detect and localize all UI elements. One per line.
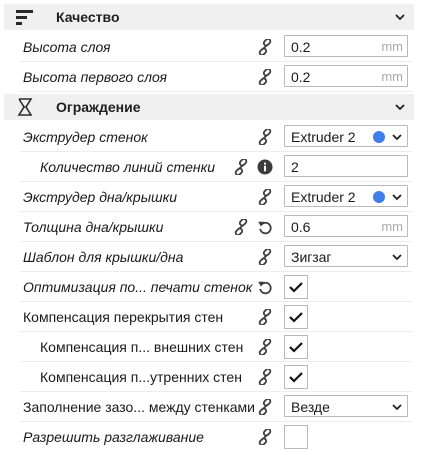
setting-label: Компенсация п... внешних стен xyxy=(40,339,244,355)
first-layer-height-input[interactable]: 0.2 mm xyxy=(284,65,408,87)
shell-icon xyxy=(17,98,33,116)
checkmark-icon xyxy=(289,311,303,323)
setting-row-optimize-wall-order: Оптимизация по... печати стенок xyxy=(0,272,424,302)
setting-row-wall-extruder: Экструдер стенок Extruder 2 xyxy=(0,122,424,152)
setting-label: Высота первого слоя xyxy=(23,69,167,85)
wall-line-count-input[interactable]: 2 xyxy=(284,155,408,177)
setting-label: Заполнение зазо... между стенками xyxy=(23,399,255,415)
reset-icon[interactable] xyxy=(257,219,273,235)
link-icon[interactable] xyxy=(257,39,273,55)
chevron-down-icon[interactable] xyxy=(394,101,406,113)
setting-label: Экструдер дна/крышки xyxy=(23,189,178,205)
chevron-down-icon xyxy=(392,404,402,410)
setting-label: Толщина дна/крышки xyxy=(23,219,164,235)
chevron-down-icon xyxy=(392,194,402,200)
wall-extruder-select[interactable]: Extruder 2 xyxy=(284,125,408,147)
link-icon[interactable] xyxy=(257,339,273,355)
link-icon[interactable] xyxy=(233,219,249,235)
section-title-walls: Ограждение xyxy=(56,99,141,115)
setting-row-inner-wall-overlap-comp: Компенсация п...утренних стен xyxy=(0,362,424,392)
link-icon[interactable] xyxy=(257,309,273,325)
setting-label: Шаблон для крышки/дна xyxy=(23,249,184,265)
outer-wall-overlap-comp-checkbox[interactable] xyxy=(284,335,308,359)
section-header-walls[interactable]: Ограждение xyxy=(4,94,414,120)
extruder-color-swatch xyxy=(373,191,385,203)
section-header-quality[interactable]: Качество xyxy=(4,4,414,30)
setting-row-wall-line-count: Количество линий стенки 2 xyxy=(0,152,424,182)
setting-row-top-bottom-extruder: Экструдер дна/крышки Extruder 2 xyxy=(0,182,424,212)
setting-row-top-bottom-thickness: Толщина дна/крышки 0.6 mm xyxy=(0,212,424,242)
ironing-checkbox[interactable] xyxy=(284,425,308,449)
setting-row-first-layer-height: Высота первого слоя 0.2 mm xyxy=(0,62,424,92)
setting-label: Компенсация перекрытия стен xyxy=(23,309,224,325)
setting-label: Разрешить разглаживание xyxy=(23,429,204,445)
link-icon[interactable] xyxy=(257,189,273,205)
chevron-down-icon[interactable] xyxy=(394,11,406,23)
chevron-down-icon xyxy=(392,134,402,140)
setting-row-outer-wall-overlap-comp: Компенсация п... внешних стен xyxy=(0,332,424,362)
setting-row-wall-overlap-comp: Компенсация перекрытия стен xyxy=(0,302,424,332)
setting-row-fill-gaps: Заполнение зазо... между стенками Везде xyxy=(0,392,424,422)
setting-label: Высота слоя xyxy=(23,39,111,55)
fill-gaps-select[interactable]: Везде xyxy=(284,395,408,417)
checkmark-icon xyxy=(289,371,303,383)
chevron-down-icon xyxy=(392,254,402,260)
setting-label: Компенсация п...утренних стен xyxy=(40,369,242,385)
info-icon[interactable] xyxy=(257,159,273,175)
setting-row-layer-height: Высота слоя 0.2 mm xyxy=(0,32,424,62)
setting-row-ironing: Разрешить разглаживание xyxy=(0,422,424,452)
quality-bars-icon xyxy=(16,10,33,25)
wall-overlap-comp-checkbox[interactable] xyxy=(284,305,308,329)
section-title-quality: Качество xyxy=(56,9,120,25)
link-icon[interactable] xyxy=(233,159,249,175)
link-icon[interactable] xyxy=(257,129,273,145)
link-icon[interactable] xyxy=(257,399,273,415)
link-icon[interactable] xyxy=(257,69,273,85)
setting-label: Количество линий стенки xyxy=(40,159,216,175)
top-bottom-pattern-select[interactable]: Зигзаг xyxy=(284,245,408,267)
top-bottom-thickness-input[interactable]: 0.6 mm xyxy=(284,215,408,237)
reset-icon[interactable] xyxy=(257,279,273,295)
optimize-wall-order-checkbox[interactable] xyxy=(284,275,308,299)
top-bottom-extruder-select[interactable]: Extruder 2 xyxy=(284,185,408,207)
link-icon[interactable] xyxy=(257,369,273,385)
layer-height-input[interactable]: 0.2 mm xyxy=(284,35,408,57)
link-icon[interactable] xyxy=(257,429,273,445)
inner-wall-overlap-comp-checkbox[interactable] xyxy=(284,365,308,389)
setting-label: Экструдер стенок xyxy=(23,129,148,145)
extruder-color-swatch xyxy=(373,131,385,143)
link-icon[interactable] xyxy=(257,249,273,265)
setting-row-top-bottom-pattern: Шаблон для крышки/дна Зигзаг xyxy=(0,242,424,272)
checkmark-icon xyxy=(289,341,303,353)
setting-label: Оптимизация по... печати стенок xyxy=(23,279,253,295)
checkmark-icon xyxy=(289,281,303,293)
